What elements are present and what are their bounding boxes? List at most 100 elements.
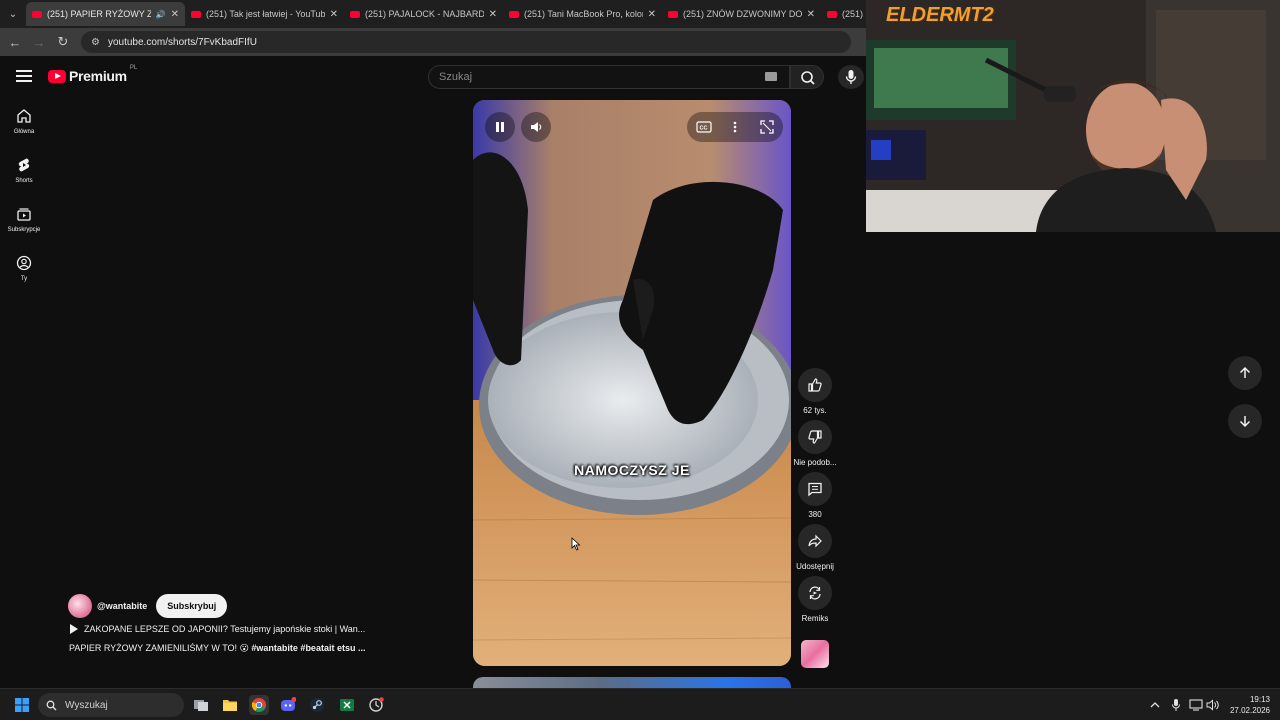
sidebar-item-home[interactable]: Główna [0, 108, 48, 152]
fullscreen-icon [760, 120, 774, 134]
share-action: Udostępnij [795, 524, 835, 571]
steam-icon[interactable] [307, 695, 327, 715]
microphone-tray-icon[interactable] [1166, 695, 1186, 715]
pause-button[interactable] [485, 112, 515, 142]
subscribe-button[interactable]: Subskrybuj [156, 594, 228, 618]
previous-short-button[interactable] [1228, 356, 1262, 390]
shorts-icon [18, 158, 30, 172]
search-icon [801, 71, 815, 85]
browser-tab[interactable]: (251) Tani MacBook Pro, koloro ✕ [503, 2, 662, 26]
url-text: youtube.com/shorts/7FvKbadFIfU [107, 36, 257, 48]
app-icon[interactable] [366, 695, 386, 715]
sidebar-item-you[interactable]: Ty [0, 255, 48, 299]
comment-count: 380 [808, 510, 822, 519]
sidebar-item-label: Shorts [15, 178, 33, 184]
youtube-favicon-icon [668, 10, 678, 18]
chrome-icon[interactable] [249, 695, 269, 715]
browser-tab[interactable]: (251) ZNÓW DZWONIMY DO N ✕ [662, 2, 821, 26]
speaker-tray-icon[interactable] [1203, 695, 1223, 715]
dislike-label: Nie podob... [793, 458, 837, 467]
clock-date: 27.02.2026 [1229, 706, 1270, 715]
browser-tab[interactable]: (251) Tak jest łatwiej - YouTube ✕ [185, 2, 344, 26]
description-hashtags: #wantabite #beatait etsu ... [251, 643, 366, 653]
dislike-button[interactable] [798, 420, 832, 454]
comments-action: 380 [795, 472, 835, 519]
thumbs-down-icon [808, 430, 822, 444]
browser-tab-active[interactable]: (251) PAPIER RYŻOWY ZAM 🔊 ✕ [26, 2, 185, 26]
browser-tab[interactable]: (251) U [821, 2, 871, 26]
related-video-link[interactable]: ZAKOPANE LEPSZE OD JAPONII? Testujemy ja… [70, 624, 380, 634]
sidebar-item-subscriptions[interactable]: Subskrypcje [0, 206, 48, 250]
sound-avatar[interactable] [801, 640, 829, 668]
menu-icon[interactable] [16, 70, 32, 82]
youtube-logo[interactable]: Premium PL [48, 65, 137, 84]
svg-text:CC: CC [700, 126, 708, 132]
user-icon [16, 255, 32, 271]
taskbar-search[interactable]: Wyszukaj [38, 693, 184, 717]
keyboard-icon[interactable] [765, 72, 777, 81]
next-short-button[interactable] [1228, 404, 1262, 438]
channel-row: @wantabite Subskrybuj [68, 594, 228, 618]
comments-button[interactable] [798, 472, 832, 506]
windows-start-button[interactable] [12, 695, 32, 715]
arrow-down-icon [1239, 416, 1251, 428]
voice-search-button[interactable] [838, 65, 864, 89]
dislike-action: Nie podob... [793, 420, 837, 467]
arrow-up-icon [1239, 366, 1251, 378]
back-arrow-icon[interactable]: ← [3, 35, 27, 50]
screen: ⌄ (251) PAPIER RYŻOWY ZAM 🔊 ✕ (251) Tak … [0, 0, 1280, 720]
video-description[interactable]: PAPIER RYŻOWY ZAMIENILIŚMY W TO! 😮 #want… [69, 643, 379, 654]
file-explorer-icon[interactable] [220, 695, 240, 715]
tab-close-icon[interactable]: ✕ [171, 9, 179, 20]
captions-icon: CC [696, 121, 712, 133]
url-field[interactable]: ⚙ youtube.com/shorts/7FvKbadFIfU [81, 31, 851, 53]
webcam-feed [866, 0, 1280, 232]
search-button[interactable] [790, 65, 824, 89]
sidebar-item-shorts[interactable]: Shorts [0, 157, 48, 201]
mic-icon [845, 70, 857, 84]
tab-title: (251) PAPIER RYŻOWY ZAM [47, 9, 151, 19]
channel-avatar[interactable] [68, 594, 92, 618]
fullscreen-button[interactable] [752, 112, 782, 142]
tab-title: (251) PAJALOCK - NAJBARDZIE [365, 9, 484, 19]
discord-icon[interactable] [278, 695, 298, 715]
home-icon [17, 109, 31, 123]
taskbar: Wyszukaj 19:13 27.02.2026 [0, 688, 1280, 720]
tab-close-icon[interactable]: ✕ [648, 9, 656, 20]
taskbar-search-placeholder: Wyszukaj [65, 699, 108, 711]
channel-handle[interactable]: @wantabite [97, 601, 147, 611]
tab-close-icon[interactable]: ✕ [807, 9, 815, 20]
tab-close-icon[interactable]: ✕ [489, 9, 497, 20]
tab-close-icon[interactable]: ✕ [330, 9, 338, 20]
captions-button[interactable]: CC [689, 112, 719, 142]
remix-button[interactable] [798, 576, 832, 610]
tab-search-chevron-icon[interactable]: ⌄ [0, 0, 26, 28]
remix-icon [809, 586, 821, 600]
forward-arrow-icon[interactable]: → [27, 35, 51, 50]
tab-title: (251) U [842, 9, 865, 19]
address-bar: ← → ↻ ⚙ youtube.com/shorts/7FvKbadFIfU [0, 28, 866, 56]
share-button[interactable] [798, 524, 832, 558]
share-icon [808, 534, 822, 548]
site-info-icon[interactable]: ⚙ [91, 37, 100, 48]
sidebar-item-label: Subskrypcje [7, 227, 41, 233]
task-view-icon[interactable] [191, 695, 211, 715]
comment-icon [808, 482, 822, 497]
volume-icon [531, 122, 542, 132]
logo-text: Premium [69, 68, 127, 84]
shorts-video-player[interactable]: CC NAMOCZYSZ JE [473, 100, 791, 666]
search-icon [46, 700, 57, 710]
search-input[interactable]: Szukaj [428, 65, 790, 89]
excel-icon[interactable] [337, 695, 357, 715]
more-vert-icon [733, 121, 737, 133]
reload-icon[interactable]: ↻ [51, 34, 75, 50]
chevron-up-icon[interactable] [1145, 695, 1165, 715]
sidebar-item-label: Ty [20, 276, 28, 282]
like-button[interactable] [798, 368, 832, 402]
browser-tab[interactable]: (251) PAJALOCK - NAJBARDZIE ✕ [344, 2, 503, 26]
taskbar-clock[interactable]: 19:13 27.02.2026 [1230, 694, 1270, 716]
more-options-button[interactable] [720, 112, 750, 142]
volume-button[interactable] [521, 112, 551, 142]
speaker-icon[interactable]: 🔊 [156, 10, 166, 19]
youtube-favicon-icon [32, 10, 42, 18]
